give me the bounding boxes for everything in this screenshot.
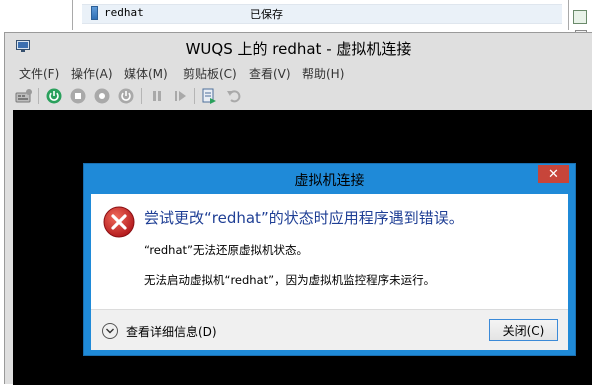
reset-icon[interactable] — [171, 87, 189, 105]
shutdown-icon[interactable] — [93, 87, 111, 105]
toolbar-separator — [194, 88, 195, 104]
dialog-body: 尝试更改“redhat”的状态时应用程序遇到错误。 “redhat”无法还原虚拟… — [91, 194, 568, 350]
menu-file[interactable]: 文件(F) — [19, 65, 59, 82]
vm-icon — [91, 6, 98, 20]
error-detail-line-1: “redhat”无法还原虚拟机状态。 — [144, 243, 308, 257]
column-divider — [72, 0, 73, 30]
hyperv-manager-background: redhat 已保存 — [0, 0, 592, 30]
menu-action[interactable]: 操作(A) — [71, 65, 113, 82]
window-title: WUQS 上的 redhat - 虚拟机连接 — [185, 40, 412, 58]
close-button[interactable]: 关闭(C) — [489, 319, 558, 341]
menu-help[interactable]: 帮助(H) — [302, 65, 344, 82]
toolbar — [5, 84, 592, 108]
menu-media[interactable]: 媒体(M) — [124, 65, 168, 82]
show-details-label: 查看详细信息(D) — [126, 324, 217, 339]
revert-icon[interactable] — [225, 87, 243, 105]
error-dialog: 虚拟机连接 ✕ 尝试更改“redhat”的状态时应用程序遇到错误。 “redha… — [83, 163, 576, 356]
dialog-footer: 查看详细信息(D) 关闭(C) — [91, 309, 568, 350]
menu-clipboard[interactable]: 剪贴板(C) — [183, 65, 237, 82]
action-pane-icon[interactable] — [573, 10, 587, 24]
title-bar[interactable]: WUQS 上的 redhat - 虚拟机连接 — [5, 33, 592, 61]
pause-icon[interactable] — [148, 87, 166, 105]
error-detail-line-2: 无法启动虚拟机“redhat”，因为虚拟机监控程序未运行。 — [144, 273, 436, 287]
vm-list-row[interactable] — [82, 4, 562, 24]
dialog-close-x-button[interactable]: ✕ — [538, 165, 569, 183]
vm-name-cell: redhat — [104, 6, 144, 19]
checkpoint-icon[interactable] — [201, 87, 219, 105]
menu-bar: 文件(F) 操作(A) 媒体(M) 剪贴板(C) 查看(V) 帮助(H) — [5, 63, 592, 83]
show-details-toggle[interactable]: 查看详细信息(D) — [102, 322, 217, 340]
vm-state-cell: 已保存 — [250, 8, 283, 21]
toolbar-separator — [141, 88, 142, 104]
error-icon — [103, 206, 135, 238]
dialog-title: 虚拟机连接 — [294, 173, 365, 189]
toolbar-separator — [38, 88, 39, 104]
start-icon[interactable] — [45, 87, 63, 105]
chevron-down-icon — [102, 323, 118, 339]
menu-view[interactable]: 查看(V) — [249, 65, 291, 82]
close-icon: ✕ — [548, 166, 559, 182]
turn-off-icon[interactable] — [69, 87, 87, 105]
error-main-message: 尝试更改“redhat”的状态时应用程序遇到错误。 — [144, 209, 464, 227]
ctrl-alt-del-icon[interactable] — [15, 87, 33, 105]
save-icon[interactable] — [117, 87, 135, 105]
column-divider — [568, 0, 569, 30]
